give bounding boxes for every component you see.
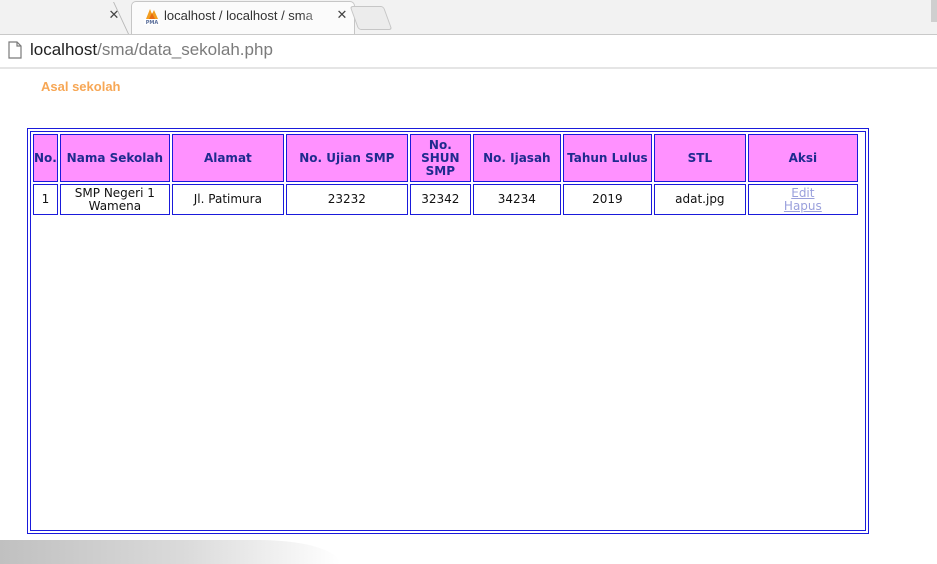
new-tab-button[interactable] (349, 6, 393, 30)
address-bar[interactable]: localhost/sma/data_sekolah.php (0, 35, 937, 69)
cell-stl: adat.jpg (653, 184, 746, 215)
cell-alamat: Jl. Patimura (171, 184, 284, 215)
table-header-row: No. Nama Sekolah Alamat No. Ujian SMP No… (33, 134, 858, 182)
column-header: STL (653, 134, 746, 182)
edit-link[interactable]: Edit (749, 186, 857, 200)
url-path: /sma/data_sekolah.php (97, 40, 273, 59)
svg-text:PMA: PMA (146, 20, 159, 25)
phpmyadmin-icon: PMA (144, 9, 160, 25)
column-header: Alamat (171, 134, 284, 182)
delete-link[interactable]: Hapus (749, 199, 857, 213)
school-data-table: No. Nama Sekolah Alamat No. Ujian SMP No… (31, 132, 860, 217)
cell-no-ujian-smp: 23232 (285, 184, 408, 215)
url-text[interactable]: localhost/sma/data_sekolah.php (30, 40, 273, 62)
cell-nama-sekolah: SMP Negeri 1 Wamena (59, 184, 170, 215)
cell-no-shun-smp: 32342 (409, 184, 471, 215)
cell-tahun-lulus: 2019 (562, 184, 652, 215)
cell-no-ijasah: 34234 (472, 184, 561, 215)
page-title: Asal sekolah (41, 79, 121, 94)
data-table-container: No. Nama Sekolah Alamat No. Ujian SMP No… (30, 131, 866, 531)
cell-no: 1 (33, 184, 58, 215)
column-header: No. Ijasah (472, 134, 561, 182)
table-row: 1 SMP Negeri 1 Wamena Jl. Patimura 23232… (33, 184, 858, 215)
page-icon (8, 41, 22, 59)
cell-aksi: Edit Hapus (747, 184, 858, 215)
data-table-frame: No. Nama Sekolah Alamat No. Ujian SMP No… (27, 128, 869, 534)
decorative-bottom-shadow (0, 540, 340, 564)
tab-title-fade (300, 6, 334, 26)
tab-close-icon[interactable]: ✕ (335, 9, 349, 23)
column-header: Nama Sekolah (59, 134, 170, 182)
column-header: No. SHUN SMP (409, 134, 471, 182)
column-header: No. Ujian SMP (285, 134, 408, 182)
column-header: No. (33, 134, 58, 182)
window-edge-scrollbar[interactable] (931, 0, 937, 22)
column-header: Tahun Lulus (562, 134, 652, 182)
column-header: Aksi (747, 134, 858, 182)
tab-strip: ✕ PMA localhost / localhost / sma ✕ (0, 0, 937, 35)
url-host: localhost (30, 40, 98, 59)
